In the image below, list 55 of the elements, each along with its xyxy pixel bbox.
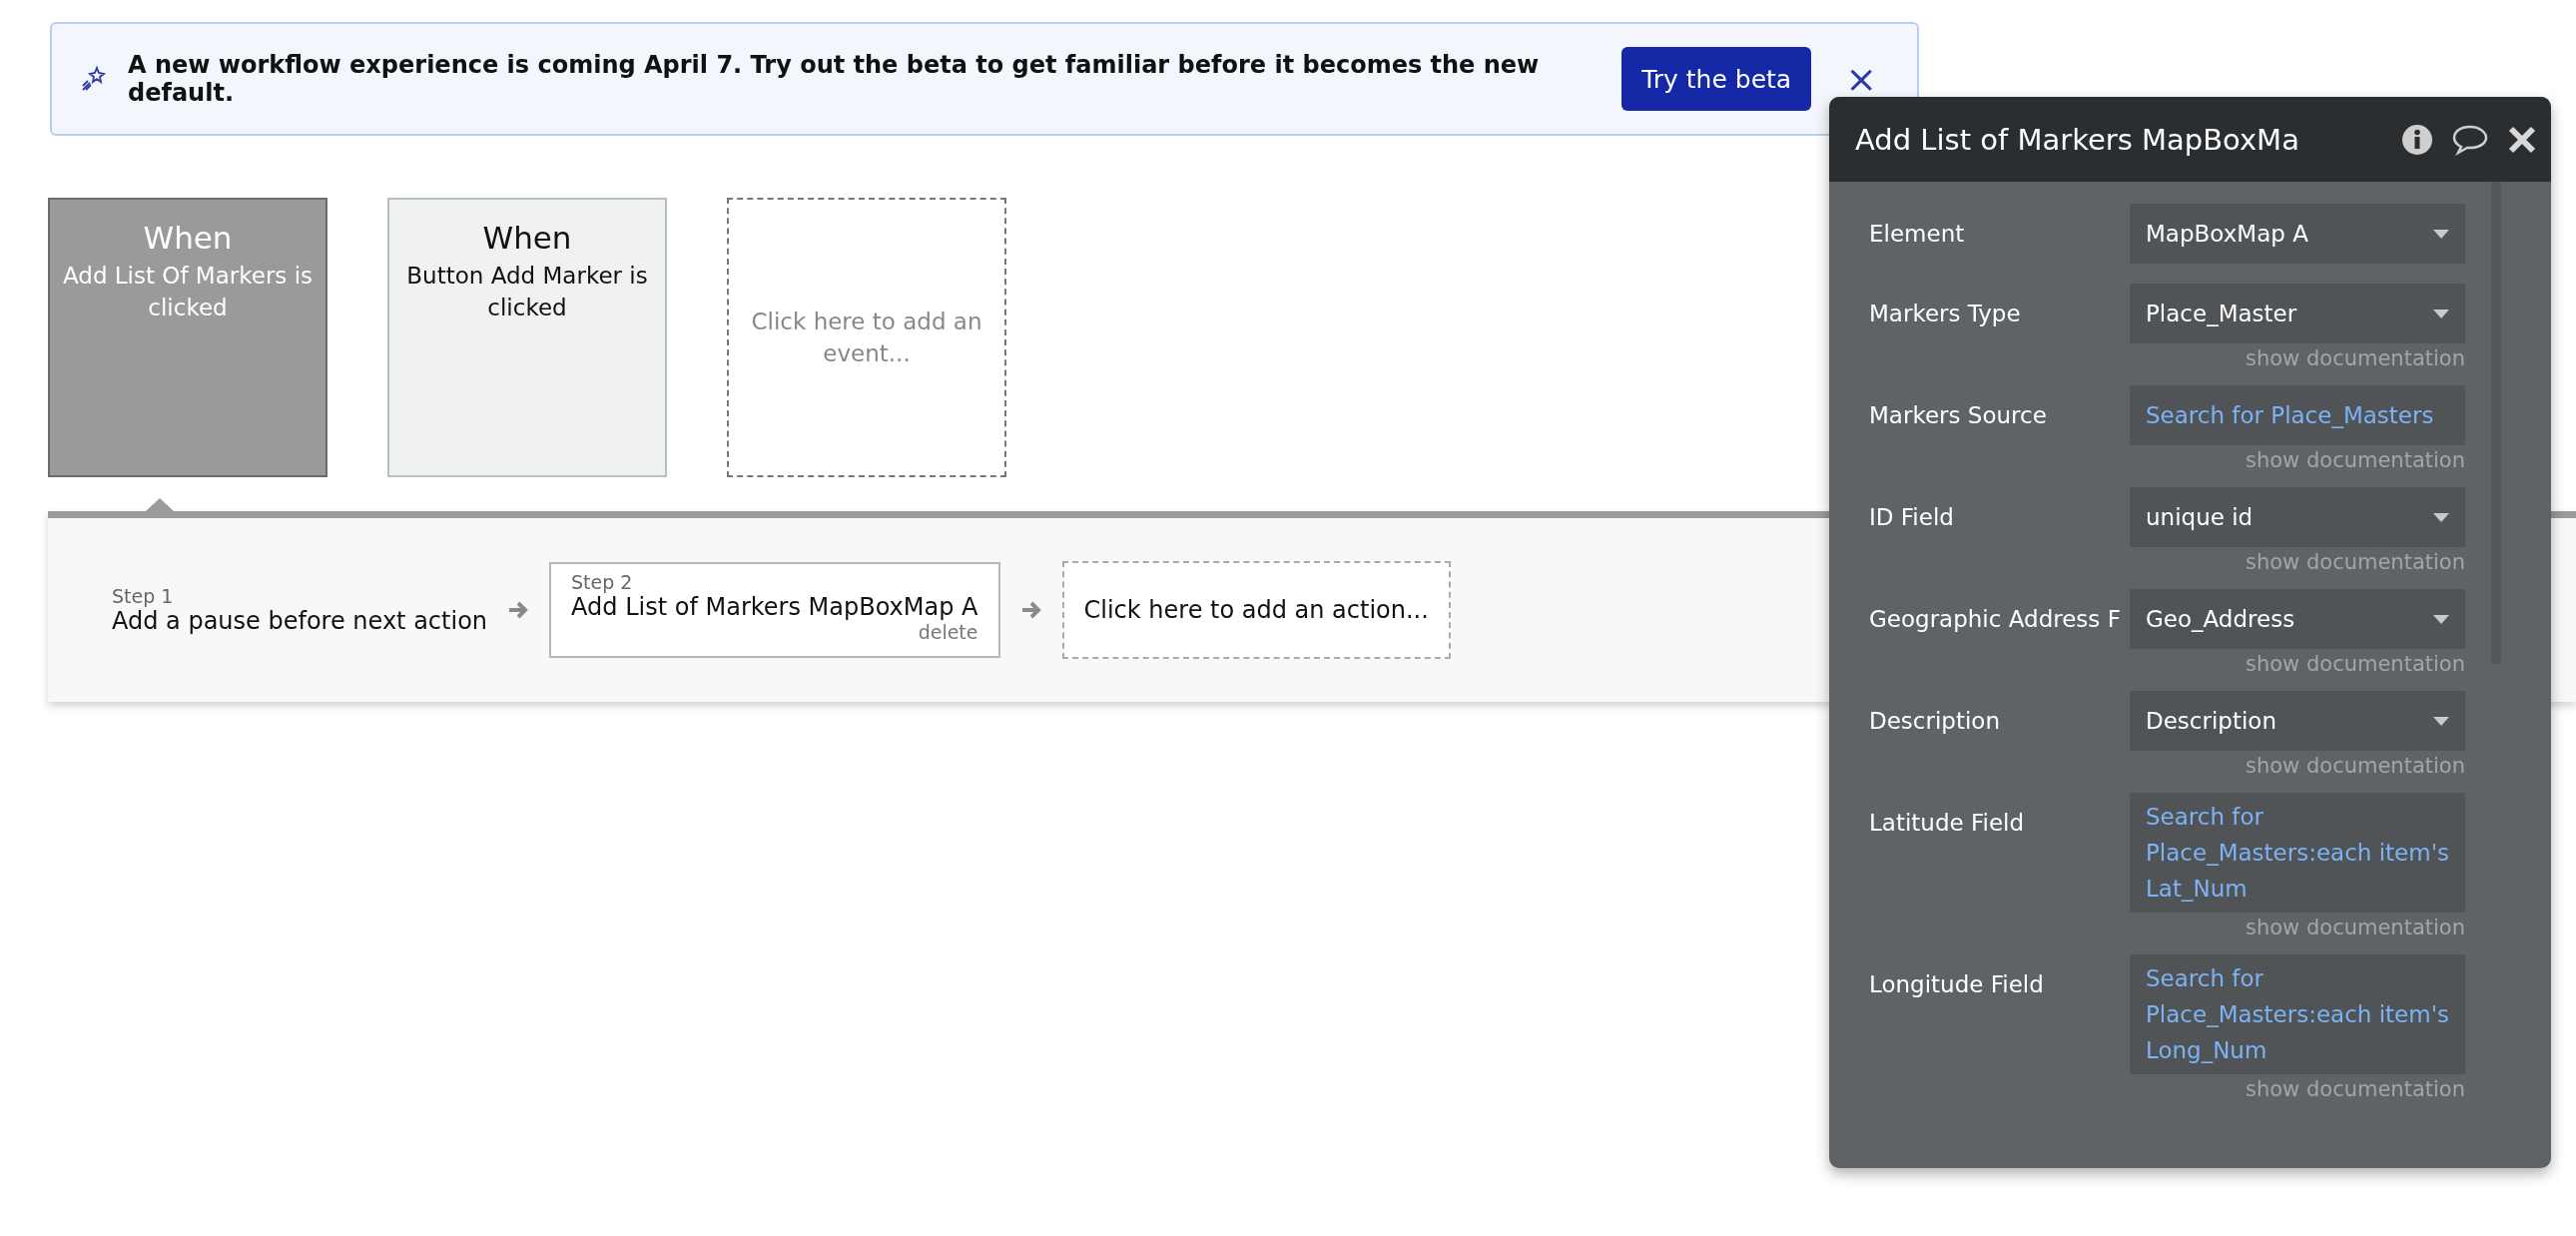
step-label: Step 1 (112, 585, 175, 607)
add-action-box[interactable]: Click here to add an action... (1061, 561, 1451, 659)
dropdown-field[interactable]: Place_Master (2130, 284, 2465, 343)
add-event-card[interactable]: Click here to add an event... (727, 198, 1006, 477)
panel-title: Add List of Markers MapBoxMa (1855, 122, 2300, 157)
dropdown-field[interactable]: MapBoxMap A (2130, 204, 2465, 264)
event-description: Button Add Marker is clicked (405, 262, 649, 322)
property-label: Geographic Address F (1869, 605, 2122, 634)
dropdown-caret-icon (2433, 512, 2449, 522)
action-step[interactable]: Step 1 Add a pause before next action (112, 585, 488, 635)
dropdown-field[interactable]: Geo_Address (2130, 589, 2465, 649)
step-text: Add a pause before next action (112, 607, 488, 635)
step-label: Step 2 (571, 571, 634, 593)
dropdown-caret-icon (2433, 614, 2449, 624)
sparkle-icon (80, 65, 108, 93)
dropdown-caret-icon (2433, 309, 2449, 318)
property-label: Element (1869, 220, 1966, 249)
show-documentation-link[interactable]: show documentation (2130, 343, 2465, 373)
dropdown-field[interactable]: unique id (2130, 487, 2465, 547)
property-label: Latitude Field (1869, 809, 2026, 838)
dropdown-caret-icon (2433, 229, 2449, 239)
action-step[interactable]: Step 2 Add List of Markers MapBoxMap A delete (549, 562, 1000, 658)
property-label: Markers Type (1869, 300, 2022, 328)
show-documentation-link[interactable]: show documentation (2130, 751, 2465, 781)
info-icon[interactable] (2401, 123, 2433, 156)
expression-field[interactable]: Search for Place_Masters:each item's Lat_Num (2130, 793, 2465, 913)
comment-icon[interactable] (2451, 123, 2489, 156)
close-button[interactable]: × (1831, 60, 1891, 98)
event-title: When (482, 220, 572, 256)
property-label: Longitude Field (1869, 970, 2045, 999)
event-card[interactable]: When Button Add Marker is clicked (387, 198, 667, 477)
arrow-icon (1019, 599, 1042, 621)
event-description: Click here to add an event... (750, 308, 983, 368)
scrollbar[interactable] (2491, 182, 2501, 664)
dropdown-field[interactable]: Description (2130, 691, 2465, 751)
step-text: Add List of Markers MapBoxMap A (571, 593, 978, 621)
property-label: ID Field (1869, 503, 1955, 532)
arrow-icon (507, 599, 530, 621)
try-beta-button[interactable]: Try the beta (1621, 47, 1812, 111)
delete-link[interactable]: delete (918, 621, 978, 643)
expression-field[interactable]: Search for Place_Masters:each item's Long_Num (2130, 954, 2465, 1074)
property-label: Description (1869, 707, 2001, 736)
event-description: Add List Of Markers is clicked (62, 262, 314, 322)
close-icon[interactable] (2507, 124, 2537, 155)
show-documentation-link[interactable]: show documentation (2130, 445, 2465, 475)
show-documentation-link[interactable]: show documentation (2130, 1074, 2465, 1104)
show-documentation-link[interactable]: show documentation (2130, 913, 2465, 942)
show-documentation-link[interactable]: show documentation (2130, 547, 2465, 577)
event-title: When (143, 220, 233, 256)
banner-message: A new workflow experience is coming April 7. Try out the beta to get familiar before it becomes the new default. (128, 51, 1541, 107)
dropdown-caret-icon (2433, 716, 2449, 726)
event-card[interactable]: When Add List Of Markers is clicked (48, 198, 327, 477)
show-documentation-link[interactable]: show documentation (2130, 649, 2465, 679)
expression-field[interactable]: Search for Place_Masters (2130, 385, 2465, 445)
property-label: Markers Source (1869, 401, 2048, 430)
